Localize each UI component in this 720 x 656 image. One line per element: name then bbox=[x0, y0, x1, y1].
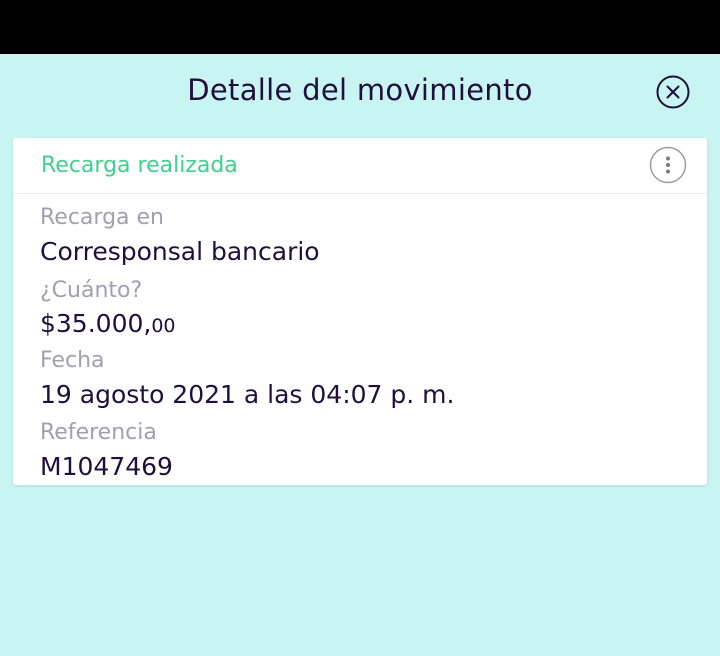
more-options-button[interactable] bbox=[649, 146, 687, 184]
field-value-recharge-at: Corresponsal bancario bbox=[40, 237, 320, 266]
field-value-reference: M1047469 bbox=[40, 452, 173, 481]
more-vertical-icon bbox=[649, 146, 687, 184]
amount-cents: 00 bbox=[151, 315, 176, 337]
status-label: Recarga realizada bbox=[41, 153, 238, 178]
field-label-recharge-at: Recarga en bbox=[40, 205, 164, 230]
field-value-date: 19 agosto 2021 a las 04:07 p. m. bbox=[40, 380, 455, 409]
field-label-amount: ¿Cuánto? bbox=[40, 278, 143, 303]
field-value-amount: $35.000,00 bbox=[40, 308, 176, 342]
amount-main: $35.000, bbox=[40, 309, 152, 338]
page-title: Detalle del movimiento bbox=[187, 73, 533, 107]
field-label-reference: Referencia bbox=[40, 420, 157, 445]
card-header: Recarga realizada bbox=[13, 138, 707, 194]
close-circle-icon bbox=[656, 75, 690, 109]
status-bar bbox=[0, 0, 720, 54]
close-button[interactable] bbox=[656, 75, 690, 109]
movement-detail-card: Recarga realizada Recarga en Corresponsa… bbox=[13, 138, 707, 485]
field-label-date: Fecha bbox=[40, 348, 105, 373]
